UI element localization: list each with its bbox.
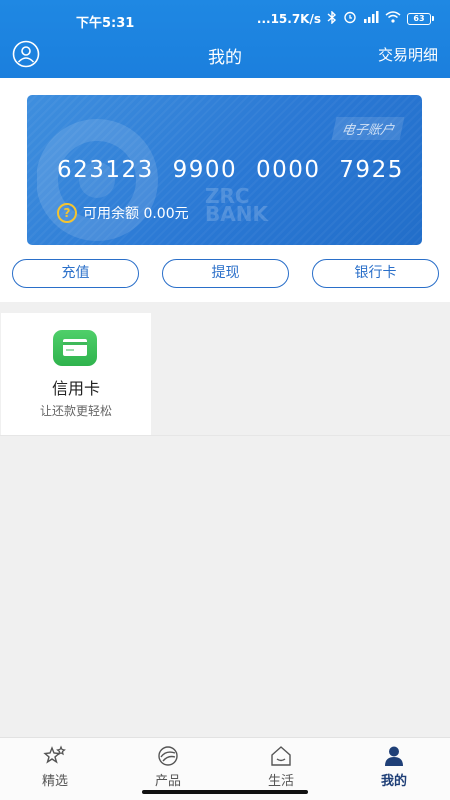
bluetooth-icon bbox=[327, 9, 337, 27]
tab-featured[interactable]: 精选 bbox=[10, 744, 100, 789]
product-icon bbox=[158, 746, 178, 766]
credit-card-icon bbox=[53, 330, 97, 366]
top-bar: 下午5:31 ...15.7K/s 63 我的 交易明细 bbox=[0, 0, 450, 78]
network-speed: ...15.7K/s bbox=[256, 11, 321, 26]
tab-products[interactable]: 产品 bbox=[123, 744, 213, 789]
status-time: 下午5:31 bbox=[76, 16, 135, 31]
person-icon bbox=[385, 746, 403, 766]
tab-life-label: 生活 bbox=[267, 774, 294, 789]
divider bbox=[0, 435, 450, 436]
card-number: 623123 9900 0000 7925 bbox=[57, 157, 404, 183]
bank-card-button[interactable]: 银行卡 bbox=[312, 259, 439, 288]
home-icon bbox=[271, 746, 291, 766]
withdraw-button[interactable]: 提现 bbox=[162, 259, 289, 288]
transaction-details-link[interactable]: 交易明细 bbox=[378, 44, 438, 65]
stars-icon bbox=[43, 745, 66, 764]
service-title: 信用卡 bbox=[51, 379, 100, 398]
help-icon[interactable]: ? bbox=[57, 203, 77, 223]
tab-featured-label: 精选 bbox=[41, 774, 68, 789]
alarm-icon bbox=[343, 10, 357, 27]
recharge-button[interactable]: 充值 bbox=[12, 259, 139, 288]
available-balance: 可用余额 0.00元 bbox=[83, 206, 189, 222]
home-indicator[interactable] bbox=[142, 790, 308, 794]
nav-bar: 我的 交易明细 bbox=[0, 36, 450, 72]
signal-icon bbox=[363, 11, 379, 26]
bank-watermark-text: ZRC BANK bbox=[205, 186, 268, 226]
status-icons: ...15.7K/s 63 bbox=[256, 9, 434, 27]
battery-level: 63 bbox=[407, 12, 431, 25]
account-section: ZRC BANK 电子账户 623123 9900 0000 7925 ? 可用… bbox=[0, 78, 450, 302]
tab-mine-label: 我的 bbox=[380, 774, 407, 789]
watermark-line-2: BANK bbox=[205, 202, 268, 226]
account-card[interactable]: ZRC BANK 电子账户 623123 9900 0000 7925 ? 可用… bbox=[27, 95, 422, 245]
battery-icon: 63 bbox=[407, 12, 434, 25]
tab-mine[interactable]: 我的 bbox=[349, 744, 439, 789]
wifi-icon bbox=[385, 11, 401, 26]
tab-products-label: 产品 bbox=[154, 774, 181, 789]
service-subtitle: 让还款更轻松 bbox=[39, 404, 112, 418]
status-bar: 下午5:31 ...15.7K/s 63 bbox=[0, 0, 450, 36]
e-account-tag: 电子账户 bbox=[331, 117, 405, 140]
balance-row: ? 可用余额 0.00元 bbox=[57, 203, 189, 223]
credit-card-service[interactable]: 信用卡 让还款更轻松 bbox=[1, 313, 151, 435]
tab-life[interactable]: 生活 bbox=[236, 744, 326, 789]
